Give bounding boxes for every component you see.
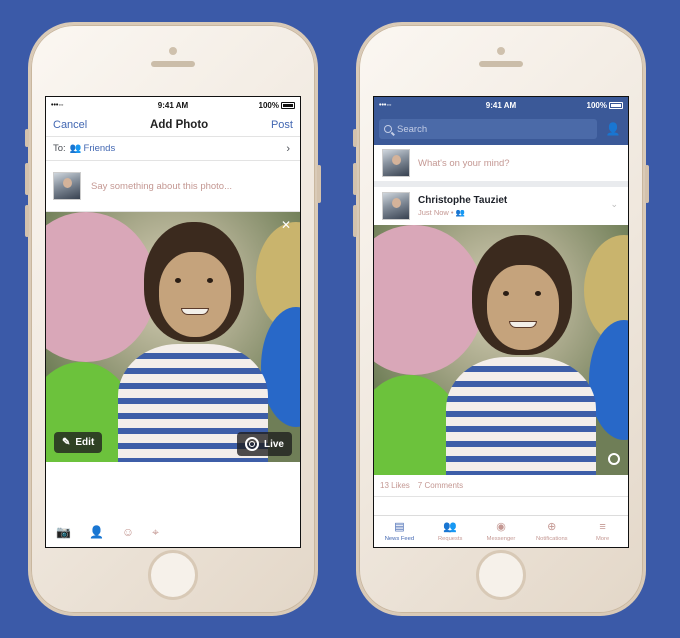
- status-bar: •••◦◦ 9:41 AM 100%: [46, 97, 300, 113]
- compose-input[interactable]: Say something about this photo...: [91, 181, 232, 192]
- live-photo-icon: [244, 437, 259, 451]
- likes-count[interactable]: 13 Likes: [380, 481, 410, 490]
- page-title: Add Photo: [150, 118, 209, 131]
- tab-requests[interactable]: 👥 Requests: [425, 516, 476, 547]
- battery-percent: 100%: [586, 100, 607, 110]
- home-button[interactable]: [148, 550, 198, 600]
- status-bar: •••◦◦ 9:41 AM 100%: [374, 97, 628, 113]
- battery-status: 100%: [259, 101, 295, 110]
- post-timestamp: Just Now • 👥: [418, 208, 465, 217]
- compose-row[interactable]: Say something about this photo...: [46, 161, 300, 212]
- volume-down-button: [353, 205, 357, 237]
- tab-more[interactable]: ≡ More: [577, 516, 628, 547]
- status-input[interactable]: What's on your mind?: [418, 158, 510, 169]
- tab-label: More: [595, 535, 610, 542]
- volume-up-button: [353, 163, 357, 195]
- tab-messenger[interactable]: ◉ Messenger: [476, 516, 527, 547]
- mute-switch: [25, 129, 29, 147]
- tab-news-feed[interactable]: ▤ News Feed: [374, 516, 425, 547]
- power-button: [317, 165, 321, 203]
- signal-strength: •••◦◦: [379, 101, 392, 109]
- add-photo-nav-bar: Cancel Add Photo Post: [46, 113, 300, 137]
- post-photo[interactable]: [374, 225, 628, 475]
- earpiece-speaker: [479, 61, 523, 67]
- magic-wand-icon: ✎: [62, 437, 71, 448]
- volume-down-button: [25, 205, 29, 237]
- compose-toolbar: 📷 👤 ☺ ⌖: [46, 517, 300, 547]
- friends-audience-icon: 👥: [455, 208, 465, 217]
- friends-list-icon[interactable]: 👤: [603, 119, 623, 139]
- child-face: [159, 252, 231, 337]
- live-label: Live: [263, 438, 284, 450]
- battery-percent: 100%: [258, 100, 279, 110]
- avatar: [53, 172, 81, 200]
- post-options-icon[interactable]: ⌄: [610, 199, 618, 210]
- camera-icon[interactable]: 📷: [56, 526, 71, 538]
- tab-notifications[interactable]: ⊕ Notifications: [526, 516, 577, 547]
- mute-switch: [353, 129, 357, 147]
- news-feed-icon: ▤: [394, 520, 405, 533]
- audience-value: Friends: [83, 143, 116, 154]
- post-engagement-counts: 13 Likes 7 Comments: [374, 475, 628, 497]
- post-header: Christophe Tauziet Just Now • 👥 ⌄: [374, 187, 628, 225]
- right-phone: •••◦◦ 9:41 AM 100% Search 👤 What's on yo…: [353, 22, 649, 616]
- feeling-icon[interactable]: ☺: [122, 526, 134, 538]
- more-icon: ≡: [599, 520, 606, 533]
- edit-label: Edit: [75, 437, 95, 448]
- comments-count[interactable]: 7 Comments: [418, 481, 463, 490]
- tab-label: Notifications: [536, 535, 568, 542]
- search-input[interactable]: Search: [379, 119, 597, 139]
- location-icon[interactable]: ⌖: [152, 526, 159, 538]
- facebook-header: Search 👤: [374, 113, 628, 145]
- status-time: 9:41 AM: [157, 100, 189, 110]
- live-photo-button[interactable]: Live: [236, 432, 292, 456]
- avatar: [382, 149, 410, 177]
- front-camera: [497, 47, 505, 55]
- bottom-tab-bar: ▤ News Feed 👥 Requests ◉ Messenger ⊕ Not…: [374, 515, 628, 547]
- tab-label: News Feed: [384, 535, 415, 542]
- power-button: [645, 165, 649, 203]
- volume-up-button: [25, 163, 29, 195]
- post-author-avatar[interactable]: [382, 192, 410, 220]
- post-author-name[interactable]: Christophe Tauziet: [418, 195, 507, 206]
- status-time: 9:41 AM: [485, 100, 517, 110]
- signal-strength: •••◦◦: [51, 101, 64, 109]
- remove-photo-icon[interactable]: ✕: [281, 218, 291, 232]
- front-camera: [169, 47, 177, 55]
- battery-status: 100%: [587, 101, 623, 110]
- audience-selector[interactable]: To: 👥 Friends ›: [46, 137, 300, 161]
- requests-icon: 👥: [443, 520, 458, 533]
- battery-icon: [609, 101, 623, 109]
- photo-preview: ✕ ✎ Edit Live: [46, 212, 300, 462]
- post-button[interactable]: Post: [271, 119, 293, 131]
- tab-label: Requests: [437, 535, 463, 542]
- child-face: [487, 265, 559, 350]
- live-photo-icon[interactable]: [608, 453, 620, 465]
- edit-button[interactable]: ✎ Edit: [54, 432, 103, 453]
- audience-to-label: To:: [53, 143, 66, 154]
- notifications-icon: ⊕: [547, 520, 557, 533]
- earpiece-speaker: [151, 61, 195, 67]
- tag-people-icon[interactable]: 👤: [89, 526, 104, 538]
- home-button[interactable]: [476, 550, 526, 600]
- battery-icon: [281, 101, 295, 109]
- left-phone: •••◦◦ 9:41 AM 100% Cancel Add Photo Post…: [25, 22, 321, 616]
- tab-label: Messenger: [486, 535, 516, 542]
- status-composer[interactable]: What's on your mind?: [374, 145, 628, 187]
- search-icon: [384, 125, 392, 133]
- chevron-right-icon: ›: [286, 142, 290, 155]
- add-photo-screen: •••◦◦ 9:41 AM 100% Cancel Add Photo Post…: [45, 96, 301, 548]
- child-striped-shirt: [446, 357, 596, 475]
- post-time-text: Just Now: [418, 208, 449, 217]
- cancel-button[interactable]: Cancel: [53, 119, 87, 131]
- messenger-icon: ◉: [496, 520, 506, 533]
- friends-icon: 👥: [69, 143, 82, 154]
- news-feed-screen: •••◦◦ 9:41 AM 100% Search 👤 What's on yo…: [373, 96, 629, 548]
- search-placeholder: Search: [397, 123, 428, 135]
